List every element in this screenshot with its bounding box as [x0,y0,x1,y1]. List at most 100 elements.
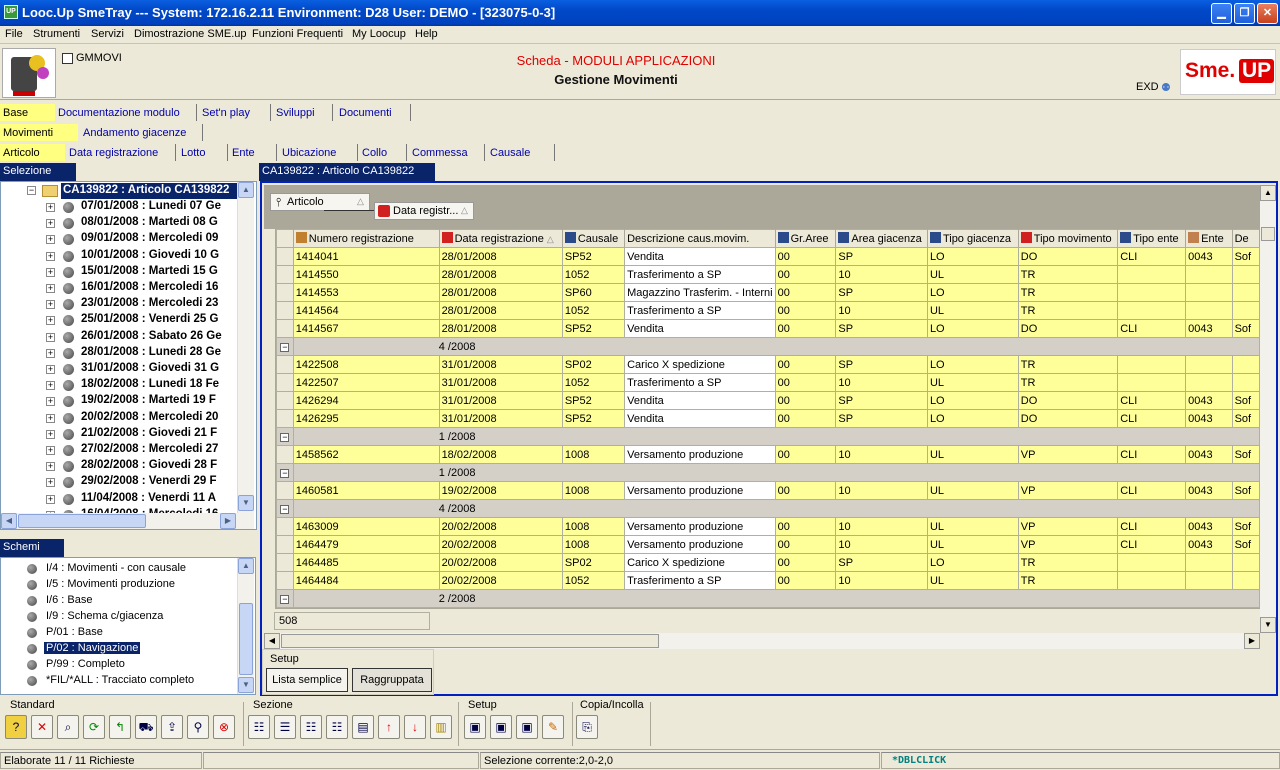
tree-item[interactable]: +15/01/2008 : Martedi 15 G [1,264,237,280]
table-cell[interactable]: Trasferimento a SP [624,571,776,590]
table-cell[interactable]: CLI [1117,247,1187,266]
table-cell[interactable]: CLI [1117,391,1187,410]
table-cell[interactable]: 1426295 [292,409,440,428]
table-cell[interactable]: 1414564 [292,301,440,320]
tree-item[interactable]: +11/04/2008 : Venerdi 11 A [1,491,237,507]
table-cell[interactable]: 28/01/2008 [438,283,563,302]
table-row[interactable]: 1426295 31/01/2008 SP52 Vendita 00 SP LO DO CLI 0… [276,409,1260,428]
find-icon[interactable]: ⚲ [187,715,209,739]
table-cell[interactable]: 1426294 [292,391,440,410]
table-cell[interactable]: 00 [774,409,837,428]
table-cell[interactable]: 28/01/2008 [438,265,563,284]
table-cell[interactable]: 1414567 [292,319,440,338]
table-row[interactable]: 1414564 28/01/2008 1052 Trasferimento a SP 0… [276,301,1260,320]
table-row[interactable]: 1414553 28/01/2008 SP60 Magazzino Trasferim… [276,283,1260,302]
tree-item[interactable]: +23/01/2008 : Mercoledi 23 [1,296,237,312]
table-cell[interactable]: 1464485 [292,553,440,572]
table-cell[interactable]: TR [1017,373,1119,392]
table-row[interactable]: 1426294 31/01/2008 SP52 Vendita 00 SP LO DO CLI 0… [276,391,1260,410]
table-cell[interactable]: 00 [774,391,837,410]
scroll-left-arrow[interactable]: ◀ [264,633,280,649]
table-cell[interactable]: Trasferimento a SP [624,301,776,320]
table-cell[interactable]: 20/02/2008 [438,535,563,554]
table-cell[interactable]: 1008 [561,481,626,500]
table-cell[interactable] [1231,265,1260,284]
scroll-up-arrow[interactable]: ▲ [238,558,254,574]
tree-view-icon[interactable]: ☷ [248,715,270,739]
tree-item[interactable]: +09/01/2008 : Mercoledi 09 [1,231,237,247]
table-row[interactable]: 1414041 28/01/2008 SP52 Vendita 00 SP LO DO CLI 0… [276,247,1260,266]
column-header[interactable]: Tipo giacenza [926,229,1019,248]
table-cell[interactable]: SP52 [561,319,626,338]
expand-toggle[interactable]: + [46,446,55,455]
group-chip-data-registrazione[interactable]: Data registr... △ [374,202,474,220]
column-header[interactable]: De [1231,229,1260,248]
table-cell[interactable]: TR [1017,265,1119,284]
group-row[interactable]: −4 /2008 [276,499,1260,518]
group-row[interactable]: −4 /2008 [276,337,1260,356]
table-cell[interactable]: CLI [1117,409,1187,428]
table-cell[interactable]: 00 [774,481,837,500]
menu-file[interactable]: File [5,28,23,40]
table-cell[interactable]: 00 [774,373,837,392]
table-row[interactable]: 1464484 20/02/2008 1052 Trasferimento a SP 0… [276,571,1260,590]
column-header[interactable]: Descrizione caus.movim. [624,229,776,248]
table-cell[interactable]: 00 [774,355,837,374]
menu-funzioni-frequenti[interactable]: Funzioni Frequenti [252,28,343,40]
table-cell[interactable]: 1414550 [292,265,440,284]
table-cell[interactable]: 1464479 [292,535,440,554]
table-cell[interactable]: 1464484 [292,571,440,590]
table-cell[interactable]: 31/01/2008 [438,409,563,428]
table-row[interactable]: 1464479 20/02/2008 1008 Versamento produzio… [276,535,1260,554]
table-cell[interactable]: Sof [1231,409,1260,428]
table-cell[interactable]: Versamento produzione [624,445,776,464]
tree-item[interactable]: +16/01/2008 : Mercoledi 16 [1,280,237,296]
table-cell[interactable]: 1422507 [292,373,440,392]
table-cell[interactable]: VP [1017,481,1119,500]
table-cell[interactable]: 0043 [1185,409,1233,428]
stop-icon[interactable]: ⊗ [213,715,235,739]
table-cell[interactable] [1117,265,1187,284]
schema-item[interactable]: P/01 : Base [1,625,236,641]
table-cell[interactable]: LO [926,283,1019,302]
collapse-toggle[interactable]: − [276,427,294,446]
collapse-toggle[interactable]: − [276,589,294,608]
table-cell[interactable]: TR [1017,553,1119,572]
hscroll-thumb[interactable] [281,634,659,648]
tab-causale[interactable]: Causale [487,144,555,161]
table-cell[interactable]: 1008 [561,517,626,536]
group-row[interactable]: −2 /2008 [276,589,1260,608]
table-cell[interactable]: CLI [1117,481,1187,500]
table-cell[interactable]: SP02 [561,553,626,572]
move-up-icon[interactable]: ↑ [378,715,400,739]
grid-hscrollbar[interactable]: ◀ ▶ [264,633,1260,649]
tab-collo[interactable]: Collo [359,144,407,161]
tree-item[interactable]: +19/02/2008 : Martedi 19 F [1,393,237,409]
table-cell[interactable]: 00 [774,517,837,536]
table-cell[interactable]: VP [1017,517,1119,536]
table-cell[interactable]: UL [926,571,1019,590]
table-cell[interactable]: Sof [1231,319,1260,338]
table-cell[interactable]: 1008 [561,445,626,464]
table-cell[interactable]: UL [926,373,1019,392]
table-cell[interactable] [1185,373,1233,392]
lista-semplice-button[interactable]: Lista semplice [266,668,348,692]
search-icon[interactable]: ⌕ [57,715,79,739]
tree-item[interactable]: +28/02/2008 : Giovedi 28 F [1,458,237,474]
table-cell[interactable]: Carico X spedizione [624,355,776,374]
table-cell[interactable]: SP [835,283,928,302]
menu-my-loocup[interactable]: My Loocup [352,28,406,40]
table-cell[interactable]: Trasferimento a SP [624,373,776,392]
table-cell[interactable] [1185,301,1233,320]
tree-item[interactable]: +21/02/2008 : Giovedi 21 F [1,426,237,442]
table-cell[interactable] [1185,283,1233,302]
table-cell[interactable]: 31/01/2008 [438,391,563,410]
table-row[interactable]: 1414567 28/01/2008 SP52 Vendita 00 SP LO DO CLI 0… [276,319,1260,338]
table-cell[interactable]: Sof [1231,445,1260,464]
table-cell[interactable]: 1008 [561,535,626,554]
tab-andamento-giacenze[interactable]: Andamento giacenze [80,124,203,141]
move-down-icon[interactable]: ↓ [404,715,426,739]
table-cell[interactable] [1185,553,1233,572]
table-cell[interactable]: 00 [774,571,837,590]
table-cell[interactable] [1117,373,1187,392]
